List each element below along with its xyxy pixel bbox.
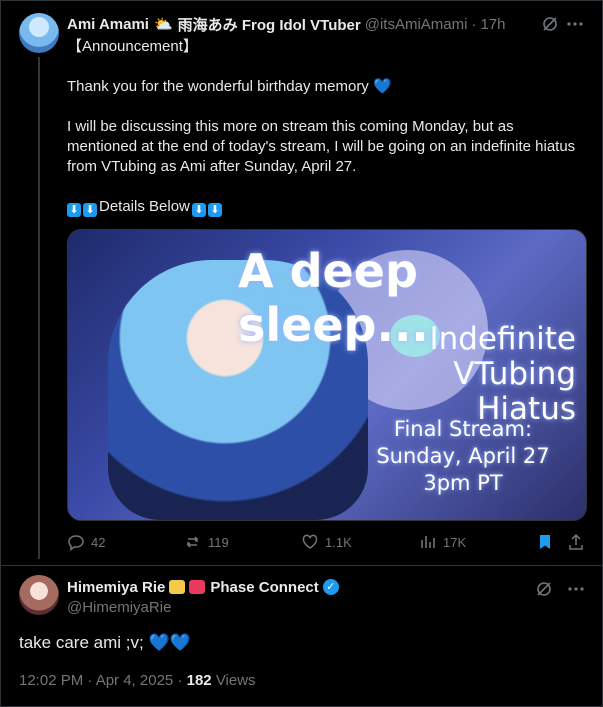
heart-icon [302,534,318,549]
reply-button[interactable]: 42 [67,533,105,551]
reply-display-name[interactable]: Himemiya Rie [67,579,165,596]
reply-views-count: 182 [186,672,212,689]
timestamp[interactable]: 17h [480,16,505,33]
final-stream-date: Sunday, April 27 [376,444,550,468]
details-line: ⬇ ⬇ Details Below ⬇ ⬇ [67,197,224,217]
display-name-suffix[interactable]: 雨海あみ Frog Idol VTuber [178,14,361,35]
image-final-stream: Final Stream: Sunday, April 27 3pm PT [360,416,566,497]
bookmark-button[interactable] [536,533,554,551]
grok-icon[interactable] [540,14,560,34]
blue-heart-icon: 💙💙 [148,633,191,652]
reply-timestamp[interactable]: 12:02 PM · Apr 4, 2025 · [19,672,182,689]
announcement-label: 【Announcement】 [67,38,198,55]
reply-handle-row: @HimemiyaRie [67,597,171,617]
tweet-header: Ami Amami ⛅ 雨海あみ Frog Idol VTuber @itsAm… [67,14,505,34]
blue-heart-icon: 💙 [372,78,392,95]
handle[interactable]: @itsAmiAmami [365,16,468,33]
down-arrow-icon: ⬇ [83,203,97,217]
weather-emoji-icon: ⛅ [153,16,173,33]
reply-text: take care ami ;v; [19,633,144,652]
repost-count: 119 [208,534,229,550]
grok-icon[interactable] [534,579,554,599]
share-button[interactable] [567,533,585,551]
down-arrow-icon: ⬇ [67,203,81,217]
final-stream-time: 3pm PT [423,471,503,495]
share-icon [569,533,583,550]
reply-count: 42 [91,534,106,550]
avatar-rie[interactable] [19,575,59,615]
reply-icon [68,535,84,551]
display-name[interactable]: Ami Amami [67,16,149,33]
more-options-icon[interactable] [566,579,586,599]
final-stream-label: Final Stream: [393,417,533,441]
like-count: 1.1K [325,534,352,550]
tweet-line-5: from VTubing as Ami after Sunday, April … [67,158,357,175]
love-letter-emoji-icon [189,580,206,594]
repost-button[interactable]: 119 [184,533,229,551]
down-arrow-icon: ⬇ [191,203,206,217]
thread-connector-line [38,57,40,559]
thanks-text: Thank you for the wonderful birthday mem… [67,78,369,95]
reply-header: Himemiya Rie Phase Connect ✓ [67,577,339,597]
tweet-line-4: mentioned at the end of today's stream, … [67,138,576,155]
tweet-actions: 42 119 1.1K 17K [67,533,587,553]
view-count: 17K [443,534,467,550]
repost-icon [186,536,199,548]
reply-body: take care ami ;v; 💙💙 [19,633,191,653]
tweet-line-thanks: Thank you for the wonderful birthday mem… [67,77,392,97]
more-options-icon[interactable] [565,14,585,34]
divider [0,565,603,566]
bar-chart-icon [421,536,435,548]
image-subtitle-line1: Indefinite [429,321,576,357]
reply-name-suffix[interactable]: Phase Connect [210,579,318,596]
down-arrow-icon: ⬇ [207,203,222,217]
dot-separator: · [471,15,477,33]
reply-handle[interactable]: @HimemiyaRie [67,599,171,616]
reply-meta: 12:02 PM · Apr 4, 2025 · 182 Views [19,672,256,689]
views-button[interactable]: 17K [419,533,466,551]
announcement-image[interactable]: A deep sleep... Indefinite VTubing Hiatu… [67,229,587,521]
avatar-ami[interactable] [19,13,59,53]
tweet-line-3: I will be discussing this more on stream… [67,118,514,135]
reply-views-label: Views [215,672,256,689]
image-subtitle: Indefinite VTubing Hiatus [366,322,576,427]
bookmark-icon [540,535,550,549]
details-text: Details Below [99,198,190,215]
verified-badge-icon[interactable]: ✓ [322,579,339,595]
like-button[interactable]: 1.1K [301,533,352,551]
crown-emoji-icon [169,580,186,594]
